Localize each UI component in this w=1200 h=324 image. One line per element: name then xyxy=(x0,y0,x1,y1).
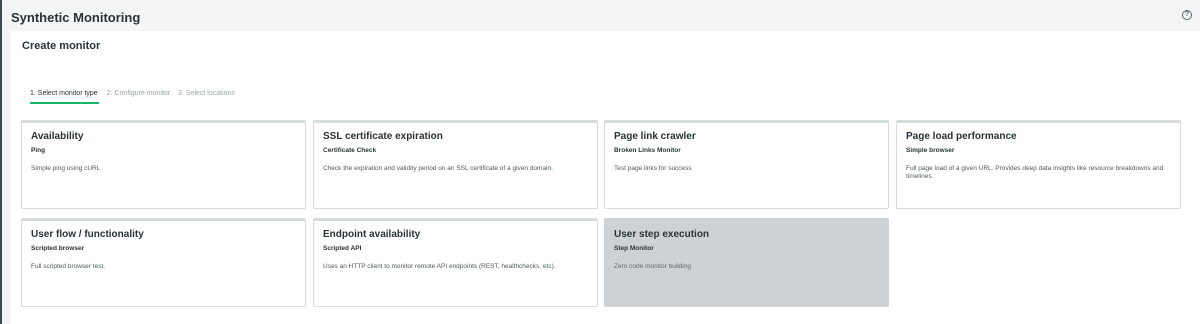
step-select-monitor-type[interactable]: 1. Select monitor type xyxy=(30,88,99,104)
card-title: Page load performance xyxy=(906,131,1017,142)
card-title: User flow / functionality xyxy=(31,229,144,240)
card-description: Zero code monitor building xyxy=(614,263,691,270)
panel-title: Create monitor xyxy=(22,40,101,52)
card-subtitle: Broken Links Monitor xyxy=(614,147,681,154)
monitor-card-availability[interactable]: Availability Ping Simple ping using cURL xyxy=(21,120,306,209)
monitor-card-user-step-execution[interactable]: User step execution Step Monitor Zero co… xyxy=(604,218,889,307)
card-description: Simple ping using cURL xyxy=(31,165,101,172)
step-select-locations[interactable]: 3. Select locations xyxy=(178,88,235,104)
card-title: Page link crawler xyxy=(614,131,696,142)
monitor-card-ssl-certificate[interactable]: SSL certificate expiration Certificate C… xyxy=(313,120,598,209)
app-title: Synthetic Monitoring xyxy=(11,10,141,25)
card-title: Endpoint availability xyxy=(323,229,421,240)
monitor-card-endpoint-availability[interactable]: Endpoint availability Scripted API Uses … xyxy=(313,218,598,307)
card-description: Full scripted browser test. xyxy=(31,263,106,270)
create-monitor-panel: Create monitor 1. Select monitor type 2.… xyxy=(11,31,1200,324)
monitor-card-user-flow[interactable]: User flow / functionality Scripted brows… xyxy=(21,218,306,307)
card-description: Uses an HTTP client to monitor remote AP… xyxy=(323,263,556,270)
app-header: Synthetic Monitoring ? xyxy=(2,0,1200,32)
step-configure-monitor[interactable]: 2. Configure monitor xyxy=(107,88,170,104)
card-subtitle: Certificate Check xyxy=(323,147,377,154)
card-subtitle: Scripted browser xyxy=(31,245,85,252)
monitor-card-page-load-performance[interactable]: Page load performance Simple browser Ful… xyxy=(896,120,1181,209)
card-title: SSL certificate expiration xyxy=(323,131,443,142)
card-subtitle: Step Monitor xyxy=(614,245,654,252)
card-description: Check the expiration and validity period… xyxy=(323,165,553,172)
card-description: Test page links for success xyxy=(614,165,692,172)
card-subtitle: Ping xyxy=(31,147,46,154)
step-tabs: 1. Select monitor type 2. Configure moni… xyxy=(30,88,235,104)
card-subtitle: Simple browser xyxy=(906,147,955,154)
card-description: Full page load of a given URL. Provides … xyxy=(906,165,1164,180)
left-edge-rule xyxy=(0,0,2,324)
help-icon[interactable]: ? xyxy=(1182,10,1192,20)
card-subtitle: Scripted API xyxy=(323,245,362,252)
monitor-card-page-link-crawler[interactable]: Page link crawler Broken Links Monitor T… xyxy=(604,120,889,209)
card-title: User step execution xyxy=(614,229,710,240)
card-title: Availability xyxy=(31,131,84,142)
